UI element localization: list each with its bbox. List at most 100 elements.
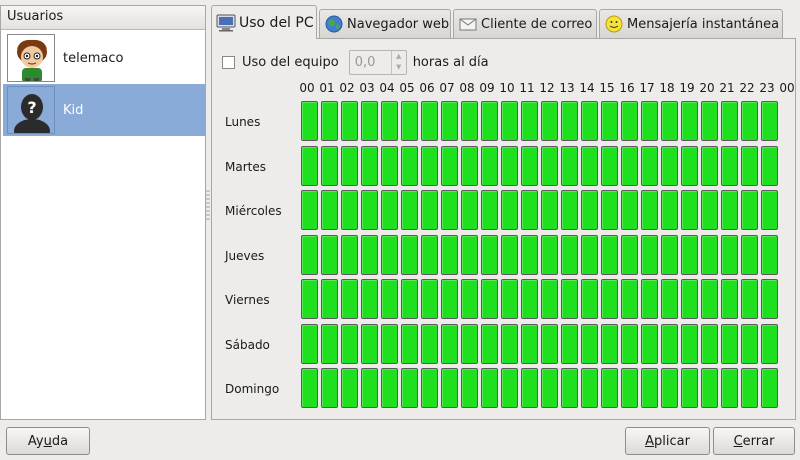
time-slot[interactable] <box>441 368 458 408</box>
time-slot[interactable] <box>501 368 518 408</box>
time-slot[interactable] <box>621 279 638 319</box>
time-slot[interactable] <box>741 101 758 141</box>
time-slot[interactable] <box>601 101 618 141</box>
time-slot[interactable] <box>661 101 678 141</box>
time-slot[interactable] <box>381 368 398 408</box>
time-slot[interactable] <box>541 368 558 408</box>
time-slot[interactable] <box>481 234 498 275</box>
time-slot[interactable] <box>761 190 778 230</box>
time-slot[interactable] <box>421 368 438 408</box>
time-slot[interactable] <box>661 145 678 186</box>
time-slot[interactable] <box>301 323 318 364</box>
time-slot[interactable] <box>721 323 738 364</box>
time-slot[interactable] <box>581 279 598 319</box>
time-slot[interactable] <box>501 190 518 230</box>
time-slot[interactable] <box>621 145 638 186</box>
tab-web-browser[interactable]: Navegador web <box>319 9 451 38</box>
time-slot[interactable] <box>541 190 558 230</box>
time-slot[interactable] <box>581 101 598 141</box>
tab-mail-client[interactable]: Cliente de correo <box>453 9 597 38</box>
time-slot[interactable] <box>461 234 478 275</box>
time-slot[interactable] <box>641 323 658 364</box>
time-slot[interactable] <box>341 323 358 364</box>
time-slot[interactable] <box>561 101 578 141</box>
time-slot[interactable] <box>601 190 618 230</box>
help-button[interactable]: Ay u da <box>6 427 90 455</box>
time-slot[interactable] <box>661 368 678 408</box>
time-slot[interactable] <box>741 368 758 408</box>
time-slot[interactable] <box>341 279 358 319</box>
time-slot[interactable] <box>721 368 738 408</box>
time-slot[interactable] <box>401 190 418 230</box>
time-slot[interactable] <box>321 145 338 186</box>
time-slot[interactable] <box>701 234 718 275</box>
time-slot[interactable] <box>321 279 338 319</box>
time-slot[interactable] <box>601 234 618 275</box>
time-slot[interactable] <box>421 279 438 319</box>
time-slot[interactable] <box>621 368 638 408</box>
spin-down-icon[interactable]: ▼ <box>392 62 406 74</box>
time-slot[interactable] <box>521 145 538 186</box>
time-slot[interactable] <box>301 145 318 186</box>
time-slot[interactable] <box>341 190 358 230</box>
time-slot[interactable] <box>721 234 738 275</box>
time-slot[interactable] <box>481 279 498 319</box>
time-slot[interactable] <box>401 323 418 364</box>
user-row-kid[interactable]: ? Kid <box>3 84 206 136</box>
apply-button[interactable]: Aplicar <box>625 427 710 455</box>
time-slot[interactable] <box>501 145 518 186</box>
time-slot[interactable] <box>321 101 338 141</box>
time-slot[interactable] <box>701 145 718 186</box>
time-slot[interactable] <box>521 101 538 141</box>
time-slot[interactable] <box>581 145 598 186</box>
time-slot[interactable] <box>561 368 578 408</box>
time-slot[interactable] <box>481 368 498 408</box>
time-slot[interactable] <box>581 234 598 275</box>
time-slot[interactable] <box>641 190 658 230</box>
time-slot[interactable] <box>301 101 318 141</box>
time-slot[interactable] <box>541 145 558 186</box>
time-slot[interactable] <box>501 323 518 364</box>
time-slot[interactable] <box>301 368 318 408</box>
time-slot[interactable] <box>741 190 758 230</box>
time-slot[interactable] <box>761 145 778 186</box>
time-slot[interactable] <box>381 190 398 230</box>
time-slot[interactable] <box>321 368 338 408</box>
time-slot[interactable] <box>461 190 478 230</box>
time-slot[interactable] <box>761 279 778 319</box>
time-slot[interactable] <box>381 101 398 141</box>
time-slot[interactable] <box>561 234 578 275</box>
user-row-telemaco[interactable]: telemaco <box>3 32 206 84</box>
time-slot[interactable] <box>461 145 478 186</box>
time-slot[interactable] <box>621 323 638 364</box>
time-slot[interactable] <box>701 279 718 319</box>
time-slot[interactable] <box>521 279 538 319</box>
time-slot[interactable] <box>321 323 338 364</box>
time-slot[interactable] <box>401 368 418 408</box>
close-button[interactable]: Cerrar <box>713 427 795 455</box>
time-slot[interactable] <box>301 279 318 319</box>
time-slot[interactable] <box>721 101 738 141</box>
time-slot[interactable] <box>541 323 558 364</box>
time-slot[interactable] <box>761 234 778 275</box>
time-slot[interactable] <box>461 323 478 364</box>
time-slot[interactable] <box>361 190 378 230</box>
time-slot[interactable] <box>721 145 738 186</box>
time-slot[interactable] <box>621 101 638 141</box>
time-slot[interactable] <box>321 190 338 230</box>
time-slot[interactable] <box>361 323 378 364</box>
time-slot[interactable] <box>481 323 498 364</box>
time-slot[interactable] <box>421 101 438 141</box>
time-slot[interactable] <box>601 145 618 186</box>
time-slot[interactable] <box>341 101 358 141</box>
time-slot[interactable] <box>381 234 398 275</box>
time-slot[interactable] <box>501 279 518 319</box>
time-slot[interactable] <box>681 190 698 230</box>
time-slot[interactable] <box>681 368 698 408</box>
time-slot[interactable] <box>521 323 538 364</box>
time-slot[interactable] <box>641 279 658 319</box>
time-slot[interactable] <box>601 323 618 364</box>
time-slot[interactable] <box>441 190 458 230</box>
tab-instant-messaging[interactable]: Mensajería instantánea <box>599 9 783 38</box>
time-slot[interactable] <box>641 368 658 408</box>
